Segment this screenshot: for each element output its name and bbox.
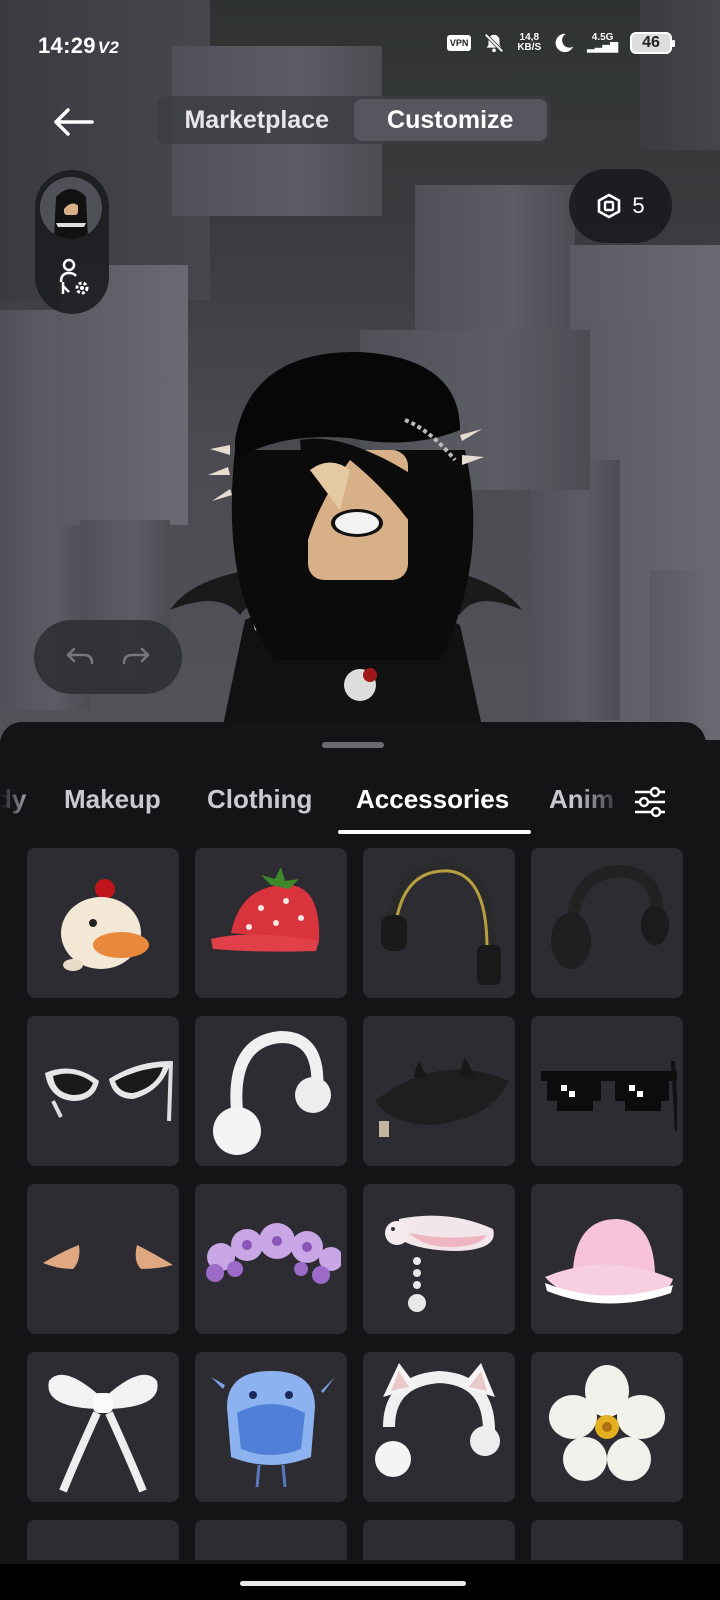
signal-indicator: 4.5G ▂▃▅▇	[587, 32, 618, 53]
elf-ears-icon	[43, 1245, 173, 1269]
accessory-item[interactable]	[27, 848, 179, 998]
home-indicator[interactable]	[240, 1581, 466, 1586]
vpn-icon: VPN	[446, 35, 472, 51]
tab-makeup[interactable]: Makeup	[64, 784, 161, 815]
chicken-hat-icon	[61, 879, 149, 971]
black-horned-hat-icon	[375, 1057, 509, 1137]
accessory-item[interactable]	[195, 1184, 347, 1334]
accessory-item[interactable]	[27, 1016, 179, 1166]
accessory-item[interactable]	[363, 1184, 515, 1334]
customize-sheet: dy Makeup Clothing Accessories Anim	[0, 722, 706, 1600]
filter-sliders-icon[interactable]	[632, 784, 668, 820]
white-earmuffs-icon	[213, 1030, 331, 1155]
accessory-item[interactable]	[531, 1016, 683, 1166]
accessory-item[interactable]	[531, 848, 683, 998]
white-flower-icon	[549, 1365, 665, 1481]
tab-marketplace[interactable]: Marketplace	[160, 99, 354, 141]
robux-balance-button[interactable]: 5	[569, 169, 672, 243]
avatar-tools-panel	[35, 170, 109, 314]
accessory-item[interactable]	[531, 1352, 683, 1502]
black-headphones-icon	[551, 864, 669, 969]
back-arrow-icon[interactable]	[48, 100, 100, 144]
accessory-item[interactable]	[195, 1016, 347, 1166]
accessory-item[interactable]	[195, 848, 347, 998]
status-bar: 14:29 V2 VPN 14,8 KB/S 4.5G ▂▃▅▇ 46	[0, 0, 720, 92]
accessory-item[interactable]	[531, 1520, 683, 1560]
robux-icon	[598, 193, 621, 219]
tab-accessories[interactable]: Accessories	[356, 784, 509, 815]
accessory-item[interactable]	[195, 1352, 347, 1502]
redo-icon[interactable]	[120, 643, 152, 671]
purple-flower-crown-icon	[206, 1223, 341, 1284]
accessory-item[interactable]	[27, 1520, 179, 1560]
battery-indicator: 46	[630, 32, 675, 54]
tab-clothing[interactable]: Clothing	[207, 784, 312, 815]
accessory-item[interactable]	[27, 1352, 179, 1502]
strawberry-cap-icon	[211, 867, 320, 952]
avatar[interactable]	[40, 177, 102, 239]
category-tabs: dy Makeup Clothing Accessories Anim	[0, 772, 706, 836]
status-time: 14:29 V2	[38, 33, 120, 58]
undo-icon[interactable]	[64, 643, 96, 671]
header-tab-switcher: Marketplace Customize	[157, 96, 550, 144]
white-cat-ear-earmuffs-icon	[375, 1363, 500, 1477]
avatar-model	[170, 351, 522, 740]
accessory-item[interactable]	[195, 1520, 347, 1560]
accessory-item[interactable]	[27, 1184, 179, 1334]
accessory-item[interactable]	[363, 1016, 515, 1166]
blue-axolotl-hat-icon	[211, 1371, 335, 1488]
network-speed: 14,8 KB/S	[517, 32, 542, 53]
bell-muted-icon	[484, 33, 504, 53]
avatar-settings-icon[interactable]	[55, 258, 91, 298]
robux-amount: 5	[632, 193, 645, 218]
accessory-item[interactable]	[531, 1184, 683, 1334]
moon-icon	[555, 33, 574, 53]
white-bow-icon	[48, 1374, 158, 1493]
accessory-item[interactable]	[363, 848, 515, 998]
accessory-item[interactable]	[363, 1520, 515, 1560]
active-tab-indicator	[338, 830, 531, 834]
accessory-item[interactable]	[363, 1352, 515, 1502]
sheet-grabber[interactable]	[322, 742, 384, 748]
gold-headphones-icon	[381, 860, 501, 985]
white-cat-eye-sunglasses-icon	[45, 1060, 173, 1122]
pink-bow-headband-icon	[385, 1215, 494, 1312]
pink-bucket-hat-icon	[545, 1219, 673, 1304]
undo-redo-controls	[34, 620, 182, 694]
tab-customize[interactable]: Customize	[353, 99, 547, 141]
pixel-sunglasses-icon	[541, 1060, 677, 1132]
